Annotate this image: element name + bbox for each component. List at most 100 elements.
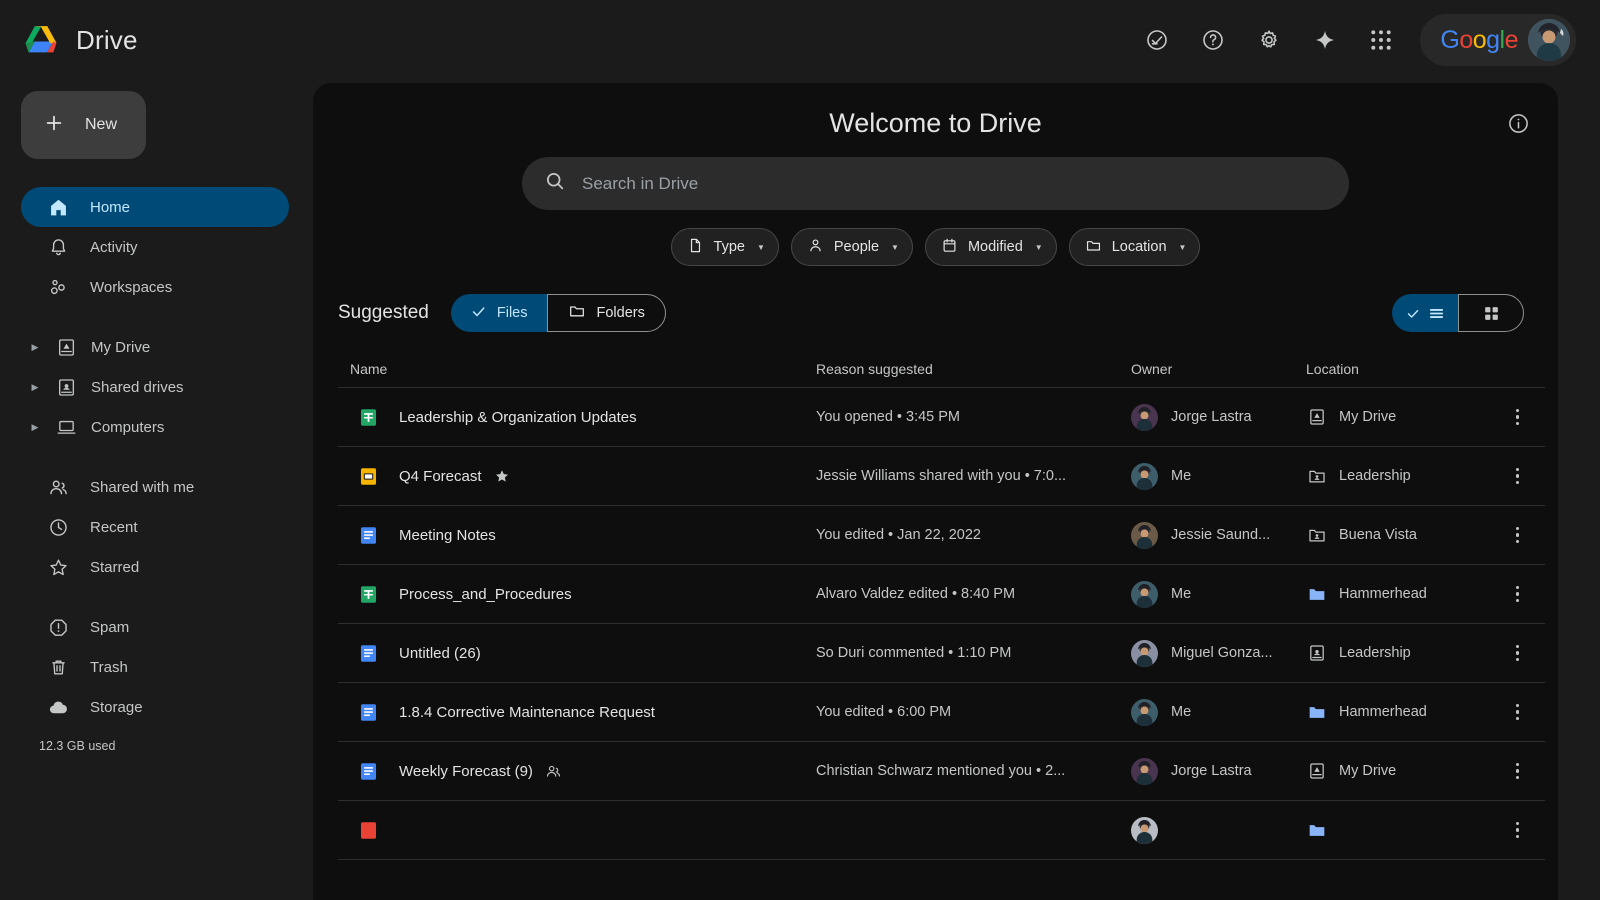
- cell-location[interactable]: Buena Vista: [1306, 525, 1496, 546]
- toggle-files-label: Files: [497, 305, 528, 321]
- my-drive-icon: [1306, 407, 1327, 428]
- column-header-name[interactable]: Name: [338, 361, 816, 377]
- file-name[interactable]: Q4 Forecast: [399, 468, 482, 485]
- sidebar-item-trash[interactable]: Trash: [21, 647, 289, 687]
- filter-chips: Type ▼ People ▼ Modified ▼: [313, 228, 1558, 266]
- file-name[interactable]: Leadership & Organization Updates: [399, 409, 637, 426]
- file-type-icon: [358, 525, 379, 546]
- sidebar-item-shared-with-me[interactable]: Shared with me: [21, 467, 289, 507]
- chevron-right-icon[interactable]: ▶: [29, 382, 41, 393]
- list-view-button[interactable]: [1392, 294, 1458, 332]
- table-row[interactable]: Meeting NotesYou edited • Jan 22, 2022Je…: [338, 506, 1545, 565]
- filter-chip-label: Modified: [968, 239, 1023, 255]
- owner-avatar: [1131, 640, 1158, 667]
- cell-actions: [1496, 401, 1545, 434]
- sidebar-item-storage[interactable]: Storage: [21, 687, 289, 727]
- avatar[interactable]: [1528, 19, 1570, 61]
- sidebar-item-shared-drives[interactable]: ▶ Shared drives: [21, 367, 289, 407]
- sidebar-item-my-drive[interactable]: ▶ My Drive: [21, 327, 289, 367]
- info-icon[interactable]: [1498, 103, 1538, 143]
- filter-chip-label: Location: [1112, 239, 1167, 255]
- location-name: Leadership: [1339, 468, 1411, 484]
- row-overflow-menu-icon[interactable]: [1504, 755, 1532, 788]
- table-row[interactable]: Untitled (26)So Duri commented • 1:10 PM…: [338, 624, 1545, 683]
- toggle-files[interactable]: Files: [451, 294, 548, 332]
- file-name[interactable]: 1.8.4 Corrective Maintenance Request: [399, 704, 655, 721]
- row-overflow-menu-icon[interactable]: [1504, 460, 1532, 493]
- brand-name: Drive: [76, 25, 138, 56]
- owner-avatar: [1131, 758, 1158, 785]
- table-row[interactable]: Process_and_ProceduresAlvaro Valdez edit…: [338, 565, 1545, 624]
- filter-chip-label: People: [834, 239, 879, 255]
- column-header-owner[interactable]: Owner: [1131, 361, 1306, 377]
- table-row[interactable]: Leadership & Organization UpdatesYou ope…: [338, 388, 1545, 447]
- sidebar-item-starred[interactable]: Starred: [21, 547, 289, 587]
- file-name[interactable]: Weekly Forecast (9): [399, 763, 533, 780]
- sidebar-nav: Home Activity Workspaces ▶: [0, 187, 313, 727]
- cell-actions: [1496, 814, 1545, 847]
- toggle-folders[interactable]: Folders: [547, 294, 665, 332]
- gemini-sparkle-icon[interactable]: [1302, 17, 1348, 63]
- cell-location[interactable]: My Drive: [1306, 407, 1496, 428]
- cell-location[interactable]: Hammerhead: [1306, 702, 1496, 723]
- filter-chip-type[interactable]: Type ▼: [671, 228, 779, 266]
- reason-text: You edited • Jan 22, 2022: [816, 527, 1131, 543]
- table-row[interactable]: Weekly Forecast (9)Christian Schwarz men…: [338, 742, 1545, 801]
- reason-text: You edited • 6:00 PM: [816, 704, 1131, 720]
- cell-owner: Me: [1131, 463, 1306, 490]
- starred-icon[interactable]: [494, 468, 510, 484]
- grid-view-button[interactable]: [1458, 294, 1524, 332]
- file-name[interactable]: Process_and_Procedures: [399, 586, 572, 603]
- apps-grid-icon[interactable]: [1358, 17, 1404, 63]
- filter-chip-modified[interactable]: Modified ▼: [925, 228, 1057, 266]
- owner-name: Me: [1171, 468, 1191, 484]
- account-pill[interactable]: Google: [1420, 14, 1576, 66]
- sidebar-item-home[interactable]: Home: [21, 187, 289, 227]
- table-row[interactable]: Q4 ForecastJessie Williams shared with y…: [338, 447, 1545, 506]
- table-row[interactable]: [338, 801, 1545, 860]
- row-overflow-menu-icon[interactable]: [1504, 578, 1532, 611]
- sidebar-item-label: Activity: [90, 239, 138, 256]
- sidebar-item-workspaces[interactable]: Workspaces: [21, 267, 289, 307]
- table-row[interactable]: 1.8.4 Corrective Maintenance Request You …: [338, 683, 1545, 742]
- home-icon: [47, 196, 69, 218]
- row-overflow-menu-icon[interactable]: [1504, 519, 1532, 552]
- new-button[interactable]: New: [21, 91, 146, 159]
- sidebar-item-spam[interactable]: Spam: [21, 607, 289, 647]
- main-panel: Welcome to Drive Type ▼ Peop: [313, 83, 1558, 900]
- cell-name: 1.8.4 Corrective Maintenance Request: [338, 702, 816, 723]
- filter-chip-people[interactable]: People ▼: [791, 228, 913, 266]
- tasks-check-icon[interactable]: [1134, 17, 1180, 63]
- file-name[interactable]: Untitled (26): [399, 645, 481, 662]
- gear-icon[interactable]: [1246, 17, 1292, 63]
- chevron-right-icon[interactable]: ▶: [29, 342, 41, 353]
- cloud-icon: [47, 696, 69, 718]
- folder-solid-icon: [1306, 820, 1327, 841]
- cell-location[interactable]: Leadership: [1306, 643, 1496, 664]
- search-icon: [544, 170, 566, 197]
- file-name[interactable]: Meeting Notes: [399, 527, 496, 544]
- files-folders-toggle: Files Folders: [451, 294, 666, 332]
- row-overflow-menu-icon[interactable]: [1504, 696, 1532, 729]
- cell-location[interactable]: My Drive: [1306, 761, 1496, 782]
- sidebar-item-computers[interactable]: ▶ Computers: [21, 407, 289, 447]
- cell-location[interactable]: Leadership: [1306, 466, 1496, 487]
- search-box[interactable]: [522, 157, 1349, 210]
- cell-location[interactable]: Hammerhead: [1306, 584, 1496, 605]
- spam-icon: [47, 616, 69, 638]
- row-overflow-menu-icon[interactable]: [1504, 401, 1532, 434]
- chevron-right-icon[interactable]: ▶: [29, 422, 41, 433]
- sidebar-item-activity[interactable]: Activity: [21, 227, 289, 267]
- row-overflow-menu-icon[interactable]: [1504, 637, 1532, 670]
- filter-chip-location[interactable]: Location ▼: [1069, 228, 1201, 266]
- brand[interactable]: Drive: [22, 23, 138, 57]
- column-header-reason[interactable]: Reason suggested: [816, 361, 1131, 377]
- location-name: Buena Vista: [1339, 527, 1417, 543]
- search-input[interactable]: [582, 174, 1327, 194]
- cell-location[interactable]: [1306, 820, 1496, 841]
- column-header-location[interactable]: Location: [1306, 361, 1496, 377]
- row-overflow-menu-icon[interactable]: [1504, 814, 1532, 847]
- file-type-icon: [358, 702, 379, 723]
- sidebar-item-recent[interactable]: Recent: [21, 507, 289, 547]
- help-icon[interactable]: [1190, 17, 1236, 63]
